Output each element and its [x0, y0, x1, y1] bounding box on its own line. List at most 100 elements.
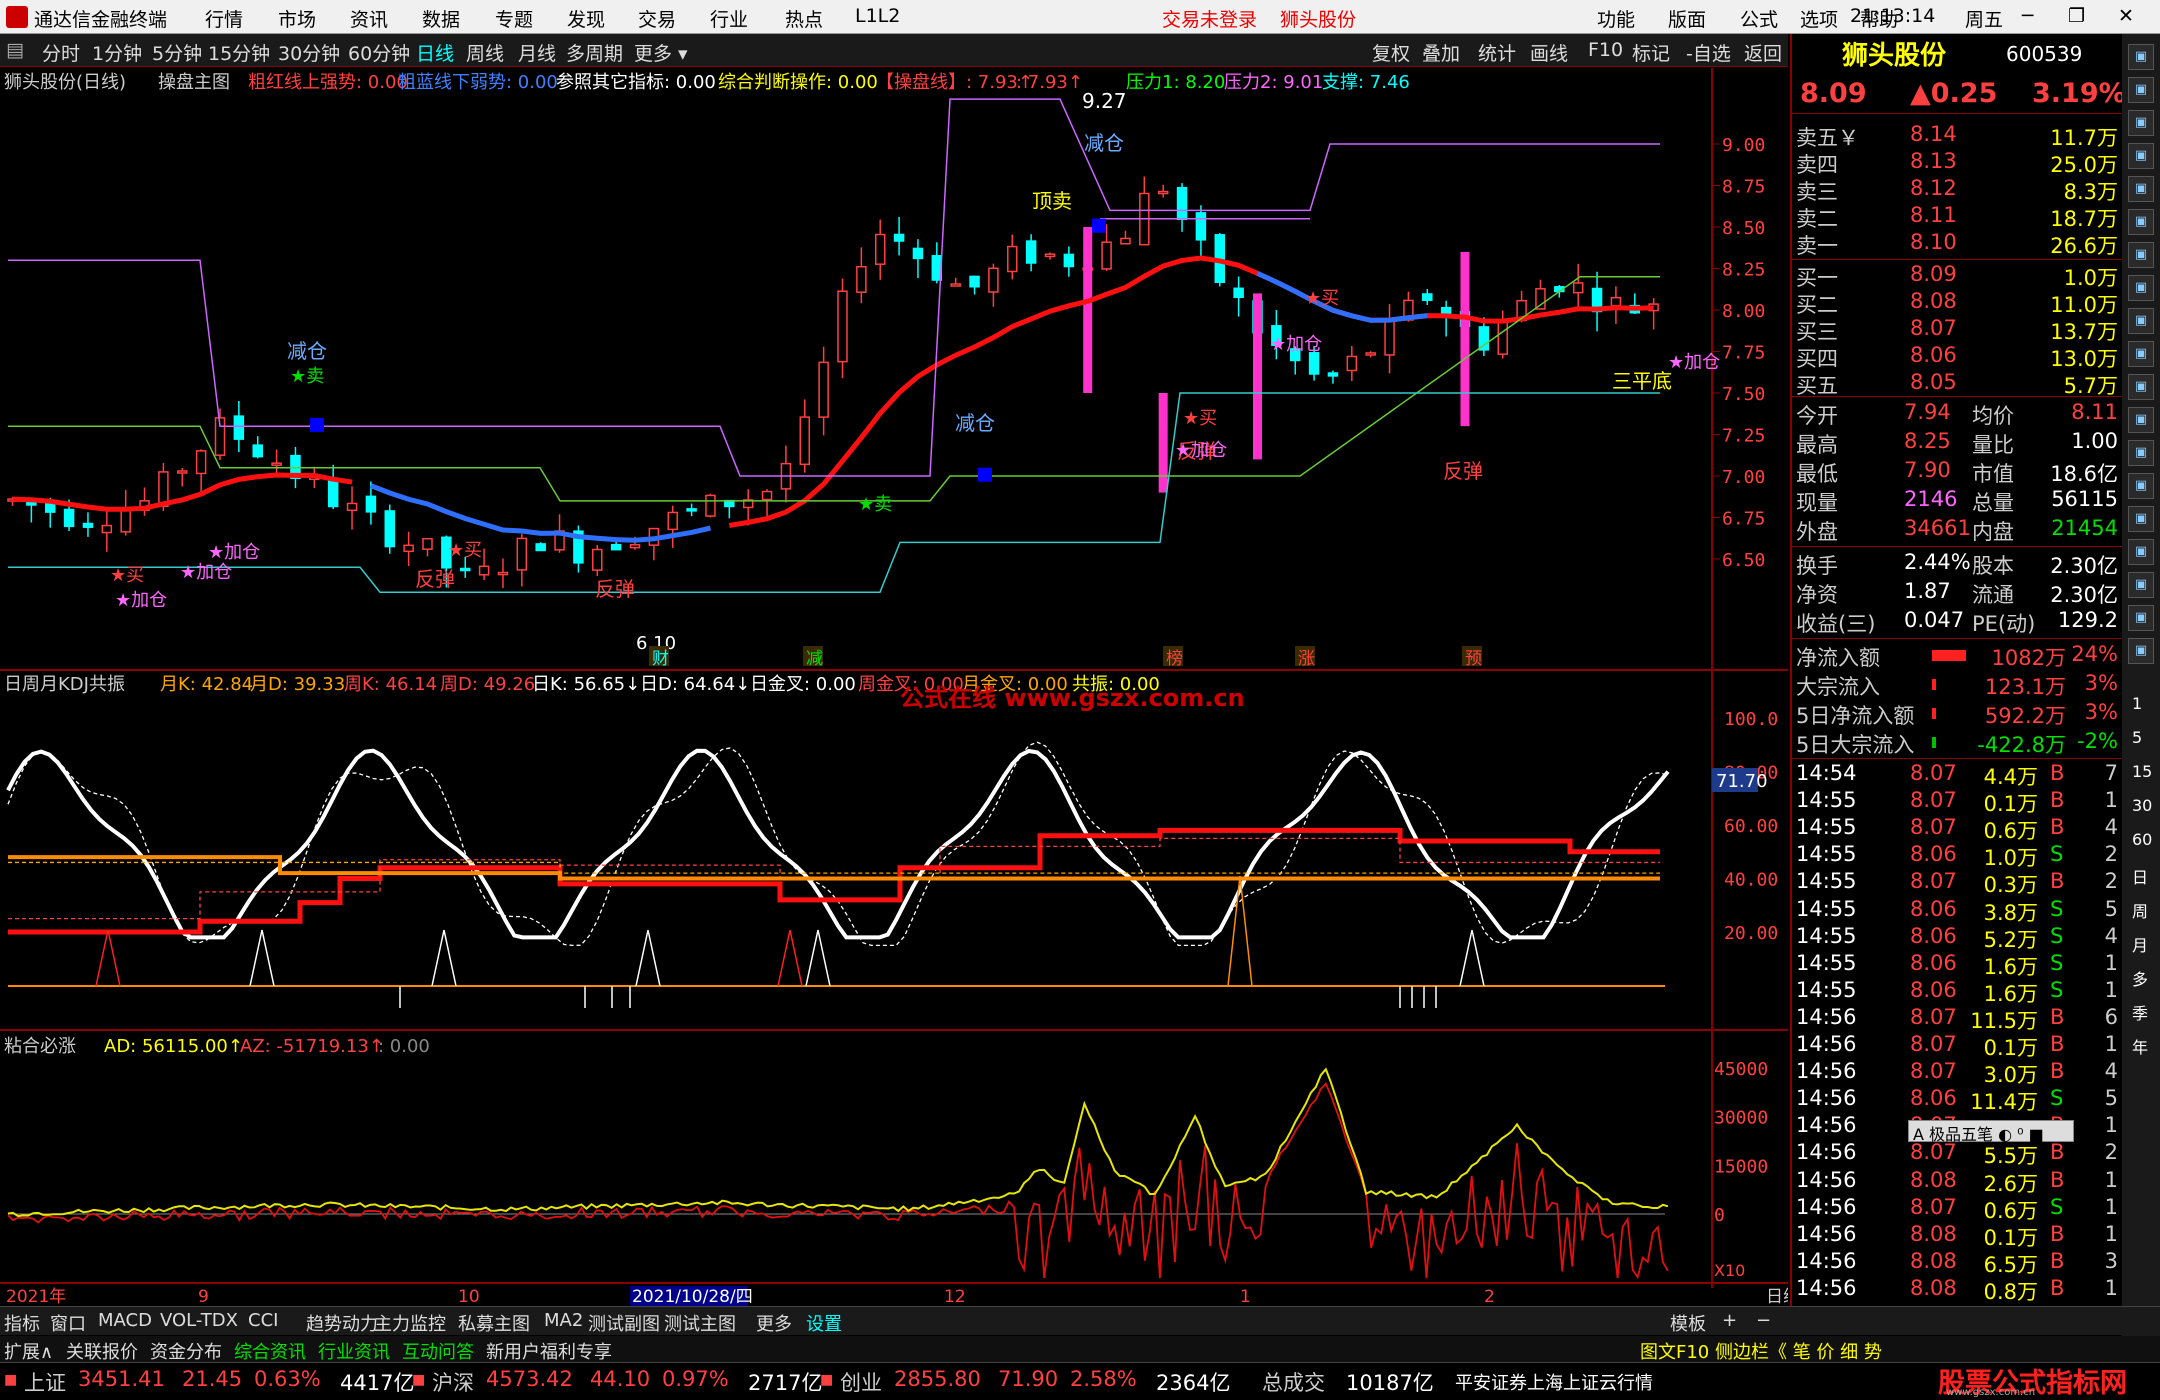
- bottom-tab-12[interactable]: 设置: [806, 1310, 842, 1336]
- status-item-3[interactable]: 综合资讯: [234, 1338, 306, 1364]
- up-icon[interactable]: ▣: [2128, 77, 2154, 103]
- status-item-5[interactable]: 互动问答: [402, 1338, 474, 1364]
- bottom-tab-2[interactable]: MACD: [98, 1310, 152, 1331]
- rsi-icon[interactable]: ▣: [2128, 506, 2154, 532]
- bottom-tab-5[interactable]: 趋势动力: [306, 1310, 378, 1336]
- close-icon[interactable]: ✕: [2118, 5, 2134, 27]
- tool-2[interactable]: 统计: [1478, 39, 1516, 66]
- menu-0[interactable]: 行情: [205, 5, 243, 32]
- period-tab-1[interactable]: 1分钟: [92, 39, 142, 66]
- star-icon[interactable]: ▣: [2128, 473, 2154, 499]
- menu-3[interactable]: 数据: [422, 5, 460, 32]
- tool-4[interactable]: F10: [1588, 39, 1623, 61]
- sidebar-period-3[interactable]: 30: [2132, 796, 2152, 815]
- login-status[interactable]: 交易未登录: [1162, 5, 1257, 32]
- bottom-tab-9[interactable]: 测试副图: [588, 1310, 660, 1336]
- pen-icon[interactable]: ▣: [2128, 572, 2154, 598]
- tool-3[interactable]: 画线: [1530, 39, 1568, 66]
- menu-9[interactable]: L1L2: [855, 5, 900, 27]
- cal-icon[interactable]: ▣: [2128, 374, 2154, 400]
- bar-icon[interactable]: ▣: [2128, 638, 2154, 664]
- chart-icon[interactable]: ▣: [2128, 209, 2154, 235]
- doc-icon[interactable]: ▣: [2128, 143, 2154, 169]
- menu-8[interactable]: 热点: [785, 5, 823, 32]
- bottom-tab-8[interactable]: MA2: [544, 1310, 583, 1331]
- sidebar-period-1[interactable]: 5: [2132, 728, 2142, 747]
- period-tab-5[interactable]: 60分钟: [348, 39, 410, 66]
- period-tab-8[interactable]: 月线: [518, 39, 556, 66]
- chart-icon[interactable]: ▣: [2128, 176, 2154, 202]
- toolbar-menu-icon[interactable]: ▤: [6, 39, 24, 61]
- bottom-tab-7[interactable]: 私募主图: [458, 1310, 530, 1336]
- f10-icon[interactable]: ▣: [2128, 275, 2154, 301]
- bottom-tab-0[interactable]: 指标: [4, 1310, 40, 1336]
- minimize-icon[interactable]: ─: [2022, 5, 2033, 27]
- sidebar-period-8[interactable]: 多: [2132, 966, 2148, 990]
- grid-icon[interactable]: ▣: [2128, 308, 2154, 334]
- tool-0[interactable]: 复权: [1372, 39, 1410, 66]
- main-indicator-name[interactable]: 操盘主图: [158, 72, 230, 93]
- period-tab-7[interactable]: 周线: [466, 39, 504, 66]
- bottom-tab-4[interactable]: CCI: [248, 1310, 278, 1331]
- period-tab-3[interactable]: 15分钟: [208, 39, 270, 66]
- right-menu-1[interactable]: 版面: [1668, 5, 1706, 32]
- bottom-right-tab-2[interactable]: −: [1756, 1310, 1771, 1331]
- bottom-right-tab-0[interactable]: 模板: [1670, 1310, 1706, 1336]
- period-tab-10[interactable]: 更多 ▾: [634, 39, 688, 66]
- menu-5[interactable]: 发现: [567, 5, 605, 32]
- period-tab-4[interactable]: 30分钟: [278, 39, 340, 66]
- bottom-tab-11[interactable]: 更多: [756, 1310, 792, 1336]
- status-item-1[interactable]: 关联报价: [66, 1338, 138, 1364]
- sidebar-period-0[interactable]: 1: [2132, 694, 2142, 713]
- sidebar-period-10[interactable]: 年: [2132, 1034, 2148, 1058]
- status-item-2[interactable]: 资金分布: [150, 1338, 222, 1364]
- tool-7[interactable]: 返回: [1744, 39, 1782, 66]
- tool-1[interactable]: 叠加: [1422, 39, 1460, 66]
- right-menu-3[interactable]: 选项: [1800, 5, 1838, 32]
- cycle-icon[interactable]: ▣: [2128, 440, 2154, 466]
- flag-icon[interactable]: ▣: [2128, 407, 2154, 433]
- menu-7[interactable]: 行业: [710, 5, 748, 32]
- period-tab-6[interactable]: 日线: [416, 39, 454, 66]
- bottom-tab-3[interactable]: VOL-TDX: [160, 1310, 238, 1331]
- list-icon[interactable]: ▣: [2128, 242, 2154, 268]
- status-item-0[interactable]: 扩展∧: [4, 1338, 53, 1364]
- sidebar-period-7[interactable]: 月: [2132, 932, 2148, 956]
- status-item-4[interactable]: 行业资讯: [318, 1338, 390, 1364]
- bottom-tab-1[interactable]: 窗口: [50, 1310, 86, 1336]
- status-item-6[interactable]: 新用户福利专享: [486, 1338, 612, 1364]
- sidebar-period-9[interactable]: 季: [2132, 1000, 2148, 1024]
- ime-popup[interactable]: A 极品五笔 ◐ ⁰ ■: [1908, 1120, 2074, 1144]
- sh-index-name[interactable]: 上证: [24, 1367, 66, 1397]
- sidebar-period-5[interactable]: 日: [2132, 864, 2148, 888]
- sidebar-period-6[interactable]: 周: [2132, 898, 2148, 922]
- restore-icon[interactable]: ❐: [2068, 5, 2085, 27]
- right-menu-0[interactable]: 功能: [1597, 5, 1635, 32]
- status-right[interactable]: 图文F10 侧边栏《 笔 价 细 势: [1640, 1338, 1882, 1364]
- menu-6[interactable]: 交易: [638, 5, 676, 32]
- cy-index-name[interactable]: 创业: [840, 1367, 882, 1397]
- period-tab-9[interactable]: 多周期: [566, 39, 623, 66]
- up-icon[interactable]: ▣: [2128, 44, 2154, 70]
- fs-icon[interactable]: ▣: [2128, 605, 2154, 631]
- tool-6[interactable]: -自选: [1686, 39, 1731, 66]
- menu-4[interactable]: 专题: [495, 5, 533, 32]
- sidebar-period-4[interactable]: 60: [2132, 830, 2152, 849]
- period-tab-0[interactable]: 分时: [42, 39, 80, 66]
- compass-icon[interactable]: ▣: [2128, 539, 2154, 565]
- menu-1[interactable]: 市场: [278, 5, 316, 32]
- sidebar-period-2[interactable]: 15: [2132, 762, 2152, 781]
- tick-volume: 1.0万: [1983, 846, 2038, 871]
- bottom-tab-10[interactable]: 测试主图: [664, 1310, 736, 1336]
- doc-icon[interactable]: ▣: [2128, 110, 2154, 136]
- main-chart-name: 狮头股份(日线): [4, 72, 126, 93]
- info-icon[interactable]: ▣: [2128, 341, 2154, 367]
- bottom-right-tab-1[interactable]: +: [1722, 1310, 1737, 1331]
- hs-index-name[interactable]: 沪深: [432, 1367, 474, 1397]
- kline-chart[interactable]: 9.00 8.75 8.50 8.25 8.00 7.75 7.50 7.25 7.00 6.75…: [0, 68, 1788, 1306]
- menu-2[interactable]: 资讯: [350, 5, 388, 32]
- bottom-tab-6[interactable]: 主力监控: [374, 1310, 446, 1336]
- period-tab-2[interactable]: 5分钟: [152, 39, 202, 66]
- right-menu-2[interactable]: 公式: [1740, 5, 1778, 32]
- tool-5[interactable]: 标记: [1632, 39, 1670, 66]
